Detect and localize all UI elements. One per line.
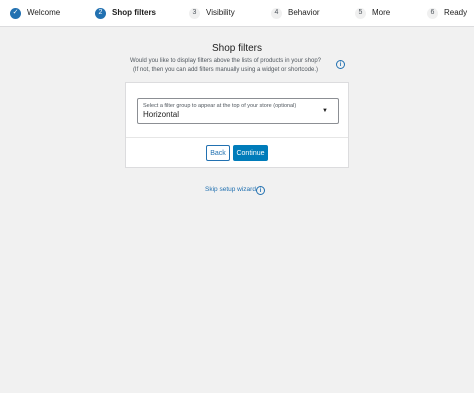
step-number: 4 bbox=[271, 7, 282, 19]
page-title: Shop filters bbox=[211, 43, 263, 54]
chevron-down-icon: ▼ bbox=[322, 108, 328, 114]
step-label-more: More bbox=[372, 8, 391, 17]
step-number: 3 bbox=[189, 7, 200, 19]
step-visibility[interactable]: 3 Visibility bbox=[189, 7, 235, 19]
select-value: Horizontal bbox=[143, 110, 180, 119]
skip-setup-link[interactable]: Skip setup wizard bbox=[205, 186, 256, 193]
step-label-behavior: Behavior bbox=[288, 8, 320, 17]
step-more[interactable]: 5 More bbox=[355, 7, 390, 19]
setup-stepper: ✓ Welcome 2 Shop filters 3 Visibility 4 … bbox=[0, 0, 474, 27]
step-behavior[interactable]: 4 Behavior bbox=[271, 7, 320, 19]
filter-group-select[interactable]: Select a filter group to appear at the t… bbox=[137, 98, 339, 124]
page-description: Would you like to display filters above … bbox=[130, 58, 321, 73]
step-number: 5 bbox=[355, 7, 366, 19]
step-number: 6 bbox=[427, 7, 438, 19]
back-button[interactable]: Back bbox=[206, 145, 230, 161]
select-label: Select a filter group to appear at the t… bbox=[143, 103, 297, 109]
step-label-welcome: Welcome bbox=[27, 8, 61, 17]
continue-button[interactable]: Continue bbox=[233, 145, 268, 161]
info-icon[interactable]: i bbox=[336, 60, 345, 69]
step-ready[interactable]: 6 Ready bbox=[427, 7, 467, 19]
step-label-shop-filters: Shop filters bbox=[112, 8, 157, 17]
step-shop-filters[interactable]: 2 Shop filters bbox=[95, 7, 156, 19]
info-icon[interactable]: i bbox=[256, 186, 265, 195]
step-label-ready: Ready bbox=[444, 8, 468, 17]
check-icon: ✓ bbox=[10, 7, 21, 19]
step-label-visibility: Visibility bbox=[206, 8, 235, 17]
step-number: 2 bbox=[95, 7, 106, 19]
step-welcome[interactable]: ✓ Welcome bbox=[10, 7, 60, 19]
card-body: Select a filter group to appear at the t… bbox=[126, 83, 348, 138]
